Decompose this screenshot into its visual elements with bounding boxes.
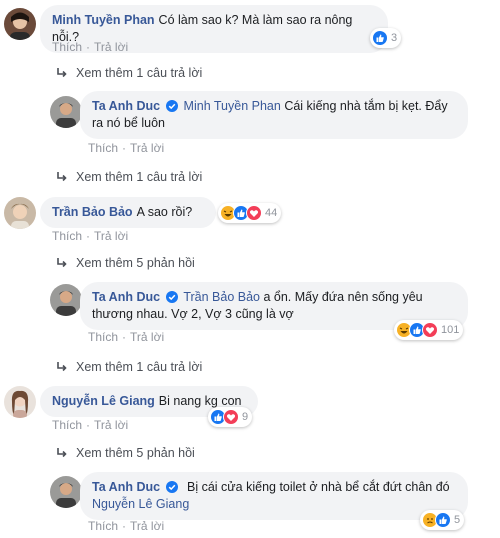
like-link[interactable]: Thích	[52, 418, 82, 432]
reply-bubble: Ta Anh Duc Bị cái cửa kiếng toilet ở nhà…	[80, 472, 468, 520]
reaction-count: 44	[265, 207, 278, 219]
reaction-summary[interactable]: 5	[420, 510, 465, 530]
reply-bubble: Ta Anh Duc Minh Tuyền Phan Cái kiếng nhà…	[80, 91, 468, 139]
separator: ·	[86, 418, 91, 432]
reply-link[interactable]: Trả lời	[94, 40, 128, 54]
mention-tag[interactable]: Minh Tuyền Phan	[184, 99, 281, 113]
comment-actions: Thích · Trả lời	[52, 229, 128, 243]
reply-author[interactable]: Ta Anh Duc	[92, 290, 160, 304]
reply-arrow-icon	[56, 67, 68, 79]
avatar[interactable]	[4, 386, 36, 418]
verified-badge-icon	[166, 481, 178, 493]
like-reaction-icon	[372, 30, 388, 46]
view-more-label[interactable]: Xem thêm 1 câu trả lời	[76, 170, 202, 184]
avatar[interactable]	[50, 96, 82, 128]
reply-link[interactable]: Trả lời	[130, 141, 164, 155]
view-more-label[interactable]: Xem thêm 5 phản hồi	[76, 446, 195, 460]
verified-badge-icon	[166, 100, 178, 112]
view-more-replies[interactable]: Xem thêm 5 phản hồi Xem thêm 1 câu trả l…	[56, 170, 202, 184]
reply-arrow-icon	[56, 257, 68, 269]
reply-arrow-icon	[56, 361, 68, 373]
view-more-label[interactable]: Xem thêm 1 câu trả lời	[76, 66, 202, 80]
reply-arrow-icon	[56, 171, 68, 183]
like-link[interactable]: Thích	[52, 40, 82, 54]
reaction-count: 3	[391, 32, 398, 44]
reaction-count: 9	[242, 411, 249, 423]
reply-actions: Thích · Trả lời	[88, 519, 164, 533]
reaction-summary[interactable]: 9	[208, 407, 253, 427]
reaction-count: 5	[454, 514, 461, 526]
mention-tag[interactable]: Trần Bảo Bảo	[183, 290, 260, 304]
reaction-summary[interactable]: 101	[394, 320, 464, 340]
reply-link[interactable]: Trả lời	[130, 519, 164, 533]
reply-author[interactable]: Ta Anh Duc	[92, 99, 160, 113]
like-link[interactable]: Thích	[88, 519, 118, 533]
reaction-summary[interactable]: 44	[218, 203, 282, 223]
reply-arrow-icon	[56, 447, 68, 459]
reply-author[interactable]: Ta Anh Duc	[92, 480, 160, 494]
comment-author[interactable]: Minh Tuyền Phan	[52, 13, 155, 27]
comment-author[interactable]: Trần Bảo Bảo	[52, 205, 133, 219]
like-link[interactable]: Thích	[52, 229, 82, 243]
comment-text: Bi nang kg con	[158, 394, 242, 408]
comment-text: A sao rồi?	[136, 205, 193, 219]
view-more-replies[interactable]: Xem thêm 1 câu trả lời	[56, 360, 202, 374]
reply-link[interactable]: Trả lời	[94, 229, 128, 243]
avatar[interactable]	[4, 197, 36, 229]
comment-bubble: Trần Bảo Bảo A sao rồi?	[40, 197, 216, 228]
avatar[interactable]	[50, 476, 82, 508]
reaction-summary[interactable]: 3	[370, 28, 402, 48]
reply-actions: Thích · Trả lời	[88, 141, 164, 155]
reply-actions: Thích · Trả lời	[88, 330, 164, 344]
reply-link[interactable]: Trả lời	[130, 330, 164, 344]
separator: ·	[122, 141, 127, 155]
view-more-replies[interactable]: Xem thêm 5 phản hồi	[56, 256, 195, 270]
separator: ·	[86, 229, 91, 243]
view-more-label[interactable]: Xem thêm 5 phản hồi	[76, 256, 195, 270]
view-more-replies[interactable]: Xem thêm 1 câu trả lời	[56, 66, 202, 80]
separator: ·	[122, 519, 127, 533]
separator: ·	[86, 40, 91, 54]
love-reaction-icon	[422, 322, 438, 338]
verified-badge-icon	[166, 291, 178, 303]
reply-text: Bị cái cửa kiếng toilet ở nhà bể cắt đứt…	[187, 480, 450, 494]
love-reaction-icon	[246, 205, 262, 221]
comment-actions: Thích · Trả lời	[52, 418, 128, 432]
mention-tag[interactable]: Nguyễn Lê Giang	[92, 497, 189, 511]
avatar[interactable]	[50, 284, 82, 316]
separator: ·	[122, 330, 127, 344]
view-more-label[interactable]: Xem thêm 1 câu trả lời	[76, 360, 202, 374]
like-reaction-icon	[435, 512, 451, 528]
comment-author[interactable]: Nguyễn Lê Giang	[52, 394, 155, 408]
like-link[interactable]: Thích	[88, 330, 118, 344]
reaction-count: 101	[441, 324, 460, 336]
reply-link[interactable]: Trả lời	[94, 418, 128, 432]
avatar[interactable]	[4, 8, 36, 40]
comment-actions: Thích · Trả lời	[52, 40, 128, 54]
like-link[interactable]: Thích	[88, 141, 118, 155]
love-reaction-icon	[223, 409, 239, 425]
view-more-replies[interactable]: Xem thêm 5 phản hồi	[56, 446, 195, 460]
